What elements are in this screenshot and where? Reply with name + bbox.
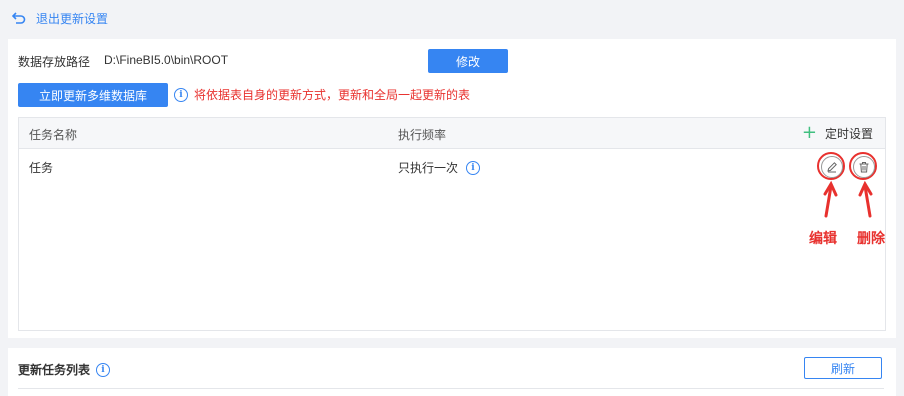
delete-arrow xyxy=(858,180,873,218)
update-task-list-card: 更新任务列表 i 刷新 xyxy=(8,348,896,396)
update-task-list-title: 更新任务列表 i xyxy=(18,361,111,378)
delete-annotation-label: 删除 xyxy=(857,231,885,247)
edit-annotation-label: 编辑 xyxy=(809,231,837,247)
divider xyxy=(18,388,884,389)
edit-arrow xyxy=(823,180,838,218)
refresh-button[interactable]: 刷新 xyxy=(804,357,882,379)
annotation-overlay xyxy=(823,180,873,218)
info-icon[interactable]: i xyxy=(96,362,111,377)
update-task-list-title-text: 更新任务列表 xyxy=(18,363,91,377)
